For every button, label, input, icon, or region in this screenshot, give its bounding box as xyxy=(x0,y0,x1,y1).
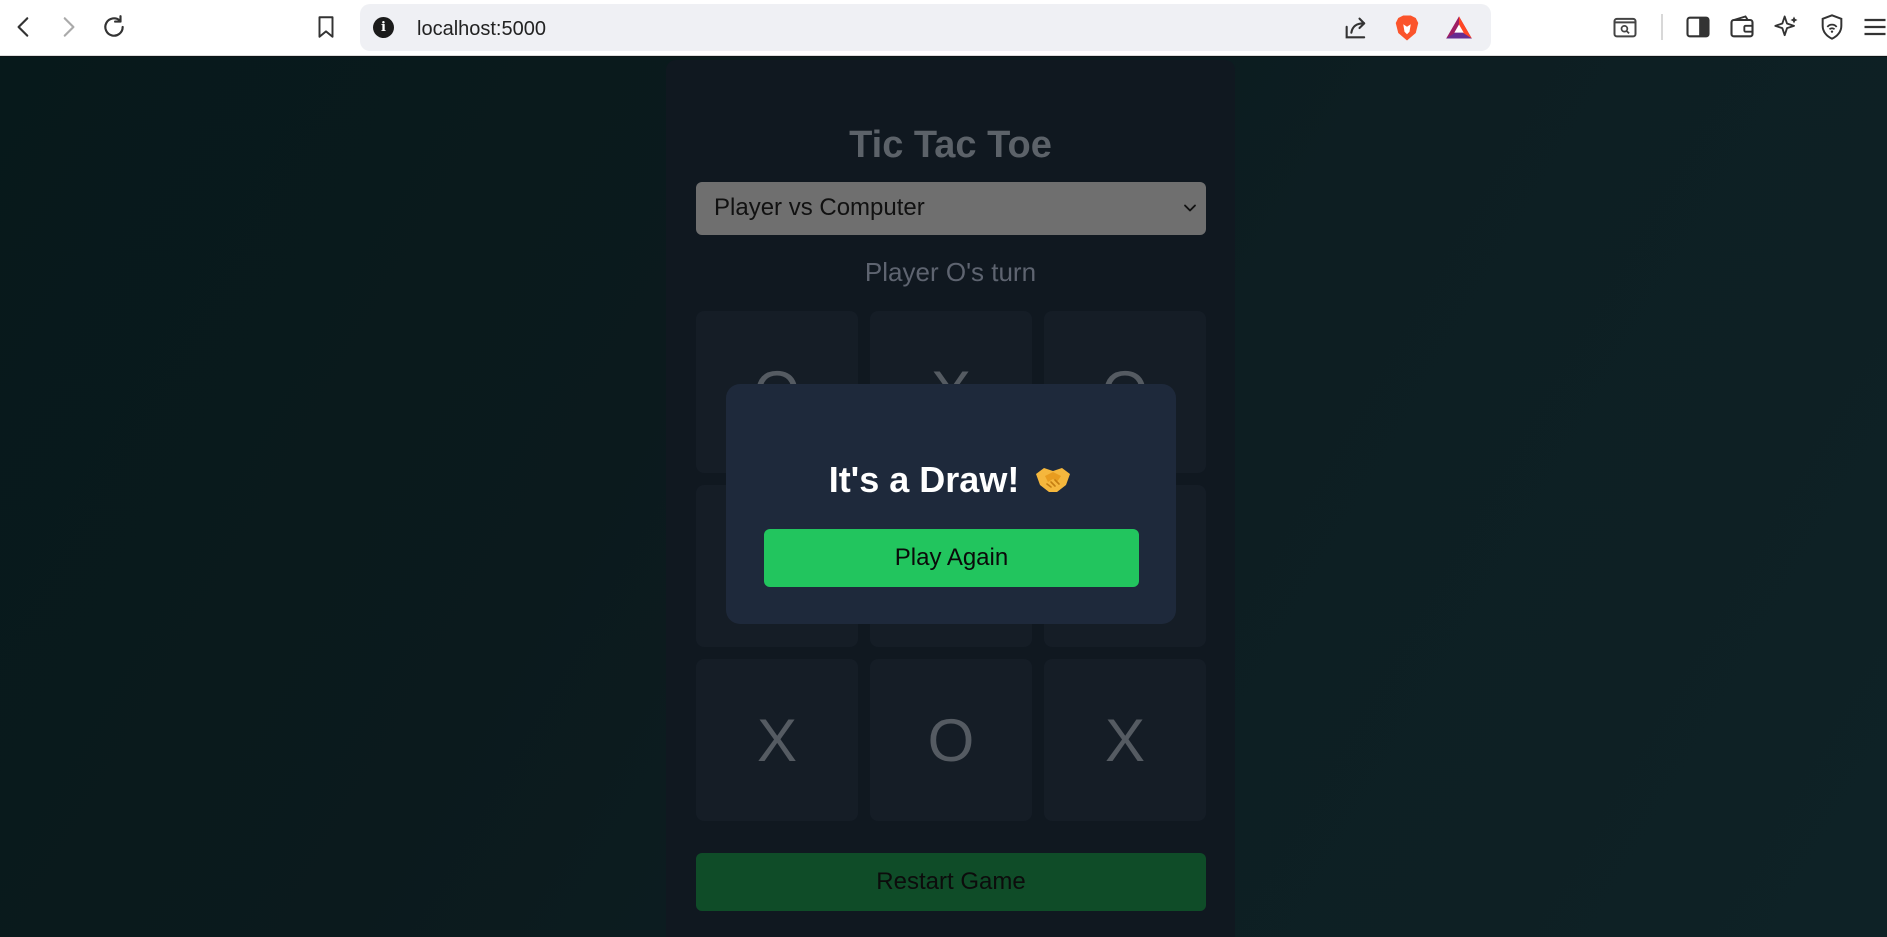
handshake-icon xyxy=(1036,468,1071,492)
search-tabs-icon xyxy=(1613,17,1637,38)
game-title: Tic Tac Toe xyxy=(849,124,1052,166)
modal-message-text: It's a Draw! xyxy=(828,459,1020,500)
forward-icon xyxy=(63,17,75,37)
result-modal: It's a Draw! Play Again xyxy=(726,384,1176,624)
back-icon xyxy=(17,17,29,37)
wallet-icon xyxy=(1730,15,1754,38)
toolbar-separator xyxy=(1661,14,1663,40)
play-again-button[interactable]: Play Again xyxy=(764,529,1139,587)
menu-button[interactable] xyxy=(1860,12,1887,42)
sidebar-icon xyxy=(1686,16,1710,38)
board-cell-7[interactable]: O xyxy=(870,659,1032,821)
mode-select-value: Player vs Computer xyxy=(714,194,925,221)
bat-triangle-icon[interactable] xyxy=(1444,14,1474,42)
hamburger-menu-icon xyxy=(1864,18,1886,36)
chevron-down-icon xyxy=(1184,204,1196,212)
back-button[interactable] xyxy=(8,11,40,43)
forward-button[interactable] xyxy=(52,11,84,43)
bookmark-button[interactable] xyxy=(310,11,342,43)
browser-toolbar: i localhost:5000 xyxy=(0,0,1887,56)
mode-select[interactable]: Player vs Computer xyxy=(696,182,1206,235)
info-icon[interactable]: i xyxy=(373,17,394,38)
vpn-shield-icon xyxy=(1821,14,1843,40)
restart-button[interactable]: Restart Game xyxy=(696,853,1206,911)
search-tabs-button[interactable] xyxy=(1610,12,1640,42)
url-text[interactable]: localhost:5000 xyxy=(417,18,546,41)
leo-button[interactable] xyxy=(1772,12,1802,42)
turn-status: Player O's turn xyxy=(864,257,1037,287)
reload-icon xyxy=(104,15,124,37)
board-cell-8[interactable]: X xyxy=(1044,659,1206,821)
address-bar[interactable]: i localhost:5000 xyxy=(360,4,1491,51)
sparkle-icon xyxy=(1774,15,1798,37)
wallet-button[interactable] xyxy=(1727,12,1757,42)
board-cell-6[interactable]: X xyxy=(696,659,858,821)
share-icon[interactable] xyxy=(1342,14,1370,42)
sidebar-button[interactable] xyxy=(1683,12,1713,42)
modal-message: It's a Draw! xyxy=(726,458,1176,501)
bookmark-icon xyxy=(318,16,334,38)
brave-lion-icon[interactable] xyxy=(1392,13,1422,43)
reload-button[interactable] xyxy=(98,11,130,43)
vpn-button[interactable] xyxy=(1817,12,1847,42)
